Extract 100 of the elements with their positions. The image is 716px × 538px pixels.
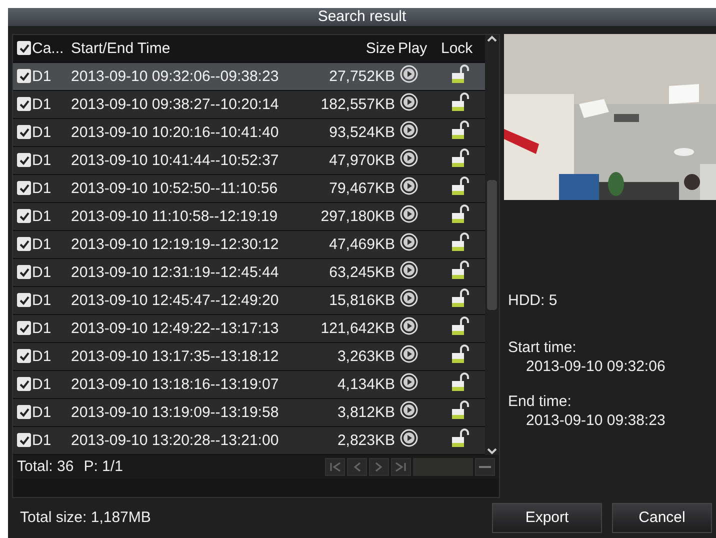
table-cell: D1 [32,236,52,253]
scrollbar-thumb[interactable] [487,180,497,310]
play-icon[interactable] [400,93,418,112]
export-button[interactable]: Export [492,502,602,533]
table-cell-text: 2013-09-10 10:20:16--10:41:40 [71,124,280,141]
table-cell: D1 [32,432,52,449]
total-count: Total: 36 [17,458,74,476]
play-icon[interactable] [400,289,418,308]
checkbox[interactable] [17,293,31,308]
checkbox[interactable] [17,181,31,196]
table-cell-text: 63,245KB [328,264,395,281]
go-button[interactable] [475,458,495,476]
total-size: Total size: 1,187MB [20,509,151,526]
checkbox[interactable] [17,125,31,140]
play-icon[interactable] [400,373,418,392]
table-cell-text: 2,823KB [336,432,395,449]
open-padlock-icon[interactable] [451,316,469,336]
table-row[interactable]: D1 2013-09-10 12:31:19--12:45:44 63,245KB [13,258,485,287]
table-row[interactable]: D1 2013-09-10 11:10:58--12:19:19 297,180KB [13,202,485,231]
table-cell-text: 121,642KB [320,320,395,337]
open-padlock-icon[interactable] [451,372,469,392]
table-cell: D1 [32,292,52,309]
play-icon[interactable] [400,205,418,224]
open-padlock-icon[interactable] [451,64,469,84]
table-cell-text: 2013-09-10 11:10:58--12:19:19 [71,208,279,225]
column-header[interactable]: Lock [437,40,481,57]
page-nav-button[interactable] [325,458,345,476]
checkbox[interactable] [17,433,31,448]
table-row[interactable]: D1 2013-09-10 09:32:06--09:38:23 27,752KB [13,62,485,91]
play-icon[interactable] [400,401,418,420]
open-padlock-icon[interactable] [451,120,469,140]
scroll-up-icon[interactable] [487,34,497,43]
hdd-label: HDD: 5 [508,292,558,309]
open-padlock-icon[interactable] [451,400,469,420]
scrollbar[interactable] [485,34,499,455]
open-padlock-icon[interactable] [451,428,469,448]
open-padlock-icon[interactable] [451,232,469,252]
column-header[interactable]: Start/End Time [71,40,285,57]
checkbox[interactable] [17,321,31,336]
open-padlock-icon[interactable] [451,260,469,280]
page-indicator: P: 1/1 [84,458,123,476]
table-row[interactable]: D1 2013-09-10 10:41:44--10:52:37 47,970KB [13,146,485,175]
checkbox[interactable] [17,153,31,168]
scroll-down-icon[interactable] [487,446,497,455]
open-padlock-icon[interactable] [451,92,469,112]
play-icon[interactable] [400,121,418,140]
table-cell: D1 [32,124,52,141]
page-nav-button[interactable] [369,458,389,476]
start-time-value: 2013-09-10 09:32:06 [525,358,666,375]
table-cell-text: 93,524KB [328,124,395,141]
table-cell-text: 2013-09-10 13:17:35--13:18:12 [71,348,280,365]
page-nav-button[interactable] [391,458,411,476]
play-icon[interactable] [400,177,418,196]
checkbox[interactable] [17,41,31,56]
table-row[interactable]: D1 2013-09-10 09:38:27--10:20:14 182,557KB [13,90,485,119]
open-padlock-icon[interactable] [451,176,469,196]
column-header[interactable]: Size [285,40,395,57]
table-cell-text: 2013-09-10 10:41:44--10:52:37 [71,152,280,169]
table-cell-text: 2013-09-10 13:20:28--13:21:00 [71,432,280,449]
table-row[interactable]: D1 2013-09-10 12:49:22--13:17:13 121,642KB [13,314,485,343]
play-icon[interactable] [400,261,418,280]
open-padlock-icon[interactable] [451,344,469,364]
checkbox[interactable] [17,209,31,224]
checkbox[interactable] [17,349,31,364]
table-row[interactable]: D1 2013-09-10 10:52:50--11:10:56 79,467KB [13,174,485,203]
cancel-button[interactable]: Cancel [612,502,712,533]
table-row[interactable]: D1 2013-09-10 13:20:28--13:21:00 2,823KB [13,426,485,455]
checkbox[interactable] [17,237,31,252]
table-cell-text: 2013-09-10 10:52:50--11:10:56 [71,180,279,197]
table-row[interactable]: D1 2013-09-10 12:45:47--12:49:20 15,816KB [13,286,485,315]
play-icon[interactable] [400,317,418,336]
end-time-label: End time: [508,392,572,410]
checkbox[interactable] [17,69,31,84]
table-cell: D1 [32,376,52,393]
checkbox[interactable] [17,97,31,112]
column-header[interactable]: Play [395,40,437,57]
table-row[interactable]: D1 2013-09-10 13:17:35--13:18:12 3,263KB [13,342,485,371]
table-row[interactable]: D1 2013-09-10 13:18:16--13:19:07 4,134KB [13,370,485,399]
open-padlock-icon[interactable] [451,288,469,308]
checkbox[interactable] [17,265,31,280]
checkbox[interactable] [17,377,31,392]
table-cell-text: 4,134KB [336,376,395,393]
play-icon[interactable] [400,345,418,364]
table-cell: D1 [32,208,52,225]
table-cell-text: 47,469KB [328,236,395,253]
table-row[interactable]: D1 2013-09-10 12:19:19--12:30:12 47,469KB [13,230,485,259]
table-row[interactable]: D1 2013-09-10 10:20:16--10:41:40 93,524KB [13,118,485,147]
table-cell: D1 [32,264,52,281]
table-cell: D1 [32,404,52,421]
open-padlock-icon[interactable] [451,204,469,224]
play-icon[interactable] [400,65,418,84]
checkbox[interactable] [17,405,31,420]
table-row[interactable]: D1 2013-09-10 13:19:09--13:19:58 3,812KB [13,398,485,427]
table-cell-text: 47,970KB [328,152,395,169]
open-padlock-icon[interactable] [451,148,469,168]
play-icon[interactable] [400,149,418,168]
play-icon[interactable] [400,429,418,448]
page-nav-button[interactable] [347,458,367,476]
column-header[interactable]: Ca... [32,40,64,57]
play-icon[interactable] [400,233,418,252]
